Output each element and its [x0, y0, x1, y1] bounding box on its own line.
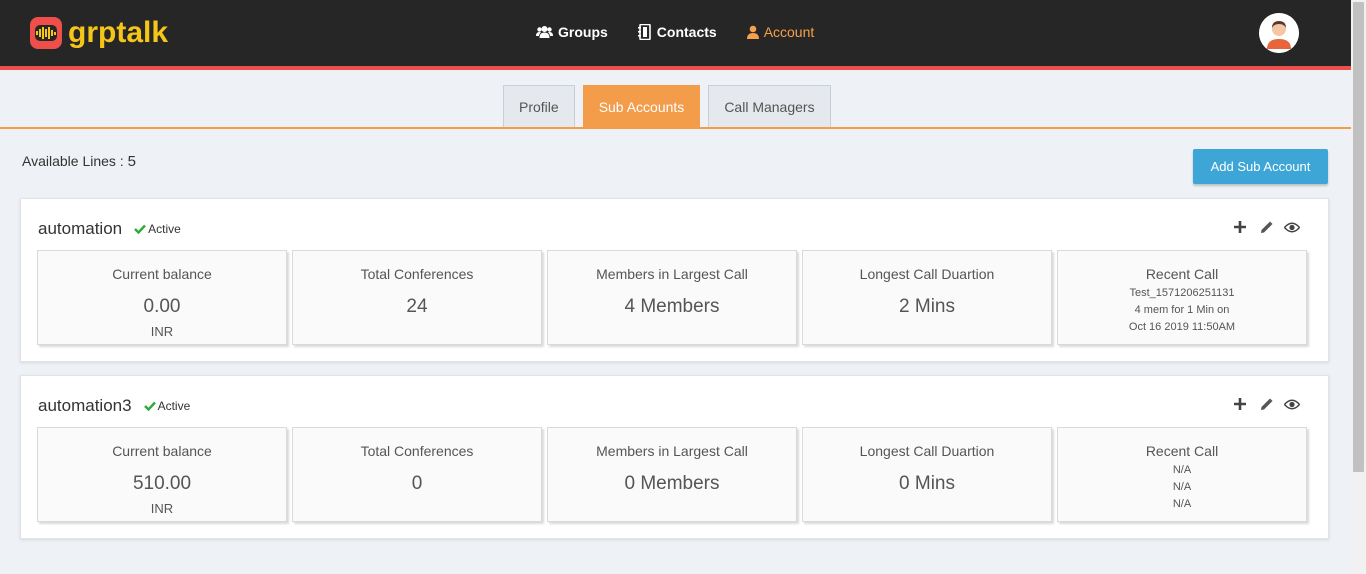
recent-call-summary: N/A [1172, 481, 1192, 493]
address-book-icon [637, 24, 651, 40]
conferences-value: 24 [406, 296, 428, 317]
recent-call-time: Oct 16 2019 11:50AM [1128, 321, 1236, 333]
nav-account[interactable]: Account [746, 24, 815, 40]
account-stats: Current balance 0.00 INR Total Conferenc… [37, 250, 1312, 345]
recent-call-name: Test_1571206251131 [1129, 287, 1235, 299]
nav-groups[interactable]: Groups [536, 24, 608, 40]
plus-icon[interactable] [1232, 219, 1248, 235]
nav-contacts[interactable]: Contacts [637, 24, 717, 40]
stat-label: Total Conferences [360, 266, 474, 282]
add-sub-account-button[interactable]: Add Sub Account [1193, 149, 1328, 184]
nav-account-label: Account [763, 24, 815, 40]
account-name: automation [38, 219, 123, 238]
eye-icon[interactable] [1284, 219, 1300, 235]
conferences-value: 0 [411, 473, 423, 494]
sub-account-card: automation Active Current balance 0.00 I… [20, 198, 1329, 362]
account-tabs: Profile Sub Accounts Call Managers [503, 85, 839, 128]
status-badge: Active [143, 399, 191, 413]
sub-account-card: automation3 Active Current balance 510.0… [20, 375, 1329, 539]
current-balance-box: Current balance 510.00 INR [37, 427, 287, 522]
stat-label: Longest Call Duartion [859, 266, 995, 282]
logo-mark-icon [30, 17, 62, 49]
header-accent-line [0, 66, 1351, 70]
recent-call-box: Recent Call N/A N/A N/A [1057, 427, 1307, 522]
eye-icon[interactable] [1284, 396, 1300, 412]
tabs-underline [0, 127, 1351, 129]
logo-text: grptalk [68, 16, 169, 49]
user-icon [746, 25, 759, 39]
scrollbar-thumb[interactable] [1353, 2, 1364, 472]
recent-call-details: Test_1571206251131 4 mem for 1 Min on Oc… [1058, 285, 1306, 336]
account-stats: Current balance 510.00 INR Total Confere… [37, 427, 1312, 522]
users-icon [536, 26, 553, 38]
tab-call-managers[interactable]: Call Managers [708, 85, 831, 128]
stat-label: Current balance [112, 443, 212, 459]
members-value: 4 Members [624, 296, 720, 317]
profile-avatar-icon [1259, 13, 1299, 53]
total-conferences-box: Total Conferences 24 [292, 250, 542, 345]
tab-sub-accounts[interactable]: Sub Accounts [582, 85, 701, 128]
balance-value: 0.00 [143, 296, 181, 317]
available-lines: Available Lines : 5 [22, 153, 136, 170]
available-lines-value: 5 [127, 153, 136, 170]
total-conferences-box: Total Conferences 0 [292, 427, 542, 522]
longest-value: 2 Mins [899, 296, 955, 317]
stat-label: Recent Call [1145, 266, 1219, 282]
current-balance-box: Current balance 0.00 INR [37, 250, 287, 345]
available-lines-label: Available Lines : [22, 153, 124, 169]
main-nav: Groups Contacts Account [536, 24, 844, 40]
avatar[interactable] [1259, 13, 1299, 53]
recent-call-name: N/A [1172, 464, 1192, 476]
nav-contacts-label: Contacts [656, 24, 717, 40]
longest-call-box: Longest Call Duartion 0 Mins [802, 427, 1052, 522]
longest-value: 0 Mins [899, 473, 955, 494]
account-name: automation3 [38, 396, 132, 415]
largest-call-box: Members in Largest Call 0 Members [547, 427, 797, 522]
stat-label: Members in Largest Call [596, 266, 748, 282]
recent-call-summary: 4 mem for 1 Min on [1134, 304, 1230, 316]
members-value: 0 Members [624, 473, 720, 494]
stat-label: Total Conferences [360, 443, 474, 459]
nav-groups-label: Groups [558, 24, 608, 40]
status-label: Active [148, 222, 181, 236]
check-icon [134, 224, 147, 234]
recent-call-details: N/A N/A N/A [1058, 462, 1306, 513]
stat-label: Current balance [112, 266, 212, 282]
account-header: automation Active [38, 219, 181, 239]
account-header: automation3 Active [38, 396, 190, 416]
account-actions [1232, 396, 1300, 412]
largest-call-box: Members in Largest Call 4 Members [547, 250, 797, 345]
stat-label: Members in Largest Call [596, 443, 748, 459]
stat-label: Recent Call [1145, 443, 1219, 459]
tab-profile[interactable]: Profile [503, 85, 575, 128]
account-actions [1232, 219, 1300, 235]
currency: INR [150, 324, 174, 339]
plus-icon[interactable] [1232, 396, 1248, 412]
currency: INR [150, 501, 174, 516]
status-label: Active [157, 399, 191, 413]
top-navbar: grptalk Groups Contacts Account [0, 0, 1351, 66]
longest-call-box: Longest Call Duartion 2 Mins [802, 250, 1052, 345]
pencil-icon[interactable] [1258, 396, 1274, 412]
check-icon [143, 401, 156, 411]
stat-label: Longest Call Duartion [859, 443, 995, 459]
balance-value: 510.00 [132, 473, 192, 494]
status-badge: Active [134, 222, 181, 236]
recent-call-box: Recent Call Test_1571206251131 4 mem for… [1057, 250, 1307, 345]
recent-call-time: N/A [1172, 498, 1192, 510]
pencil-icon[interactable] [1258, 219, 1274, 235]
grptalk-logo[interactable]: grptalk [30, 17, 168, 49]
